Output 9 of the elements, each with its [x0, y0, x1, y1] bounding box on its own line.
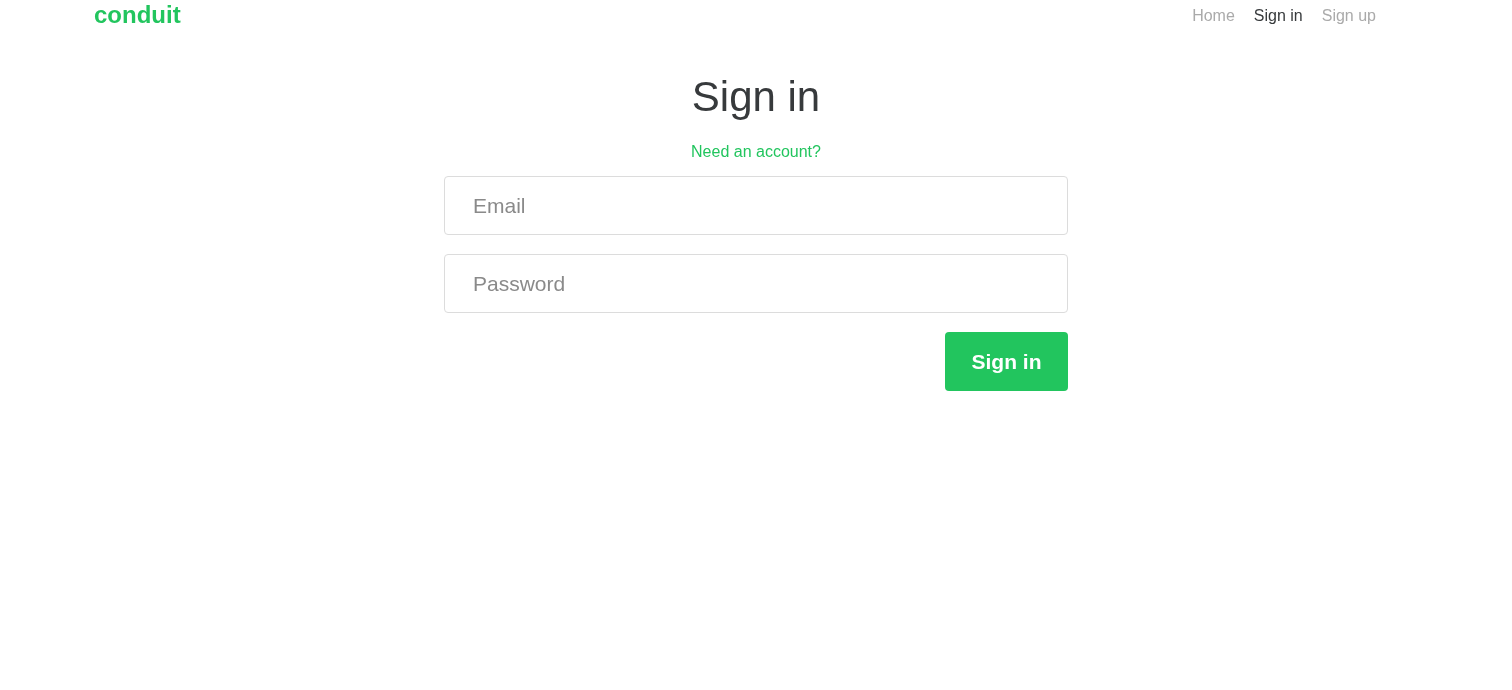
input-field[interactable]: Email [444, 176, 1068, 235]
nav-link[interactable]: Sign up [1321, 4, 1376, 28]
nav-link[interactable]: Sign in [1253, 4, 1303, 28]
need-account-link[interactable]: Need an account? [691, 140, 821, 164]
nav-link[interactable]: Home [1192, 4, 1235, 28]
input-field[interactable]: Password [444, 254, 1068, 313]
sign-in-button[interactable]: Sign in [945, 332, 1068, 391]
page-title: Sign in [691, 76, 821, 118]
brand-logo[interactable]: conduit [94, 3, 181, 27]
